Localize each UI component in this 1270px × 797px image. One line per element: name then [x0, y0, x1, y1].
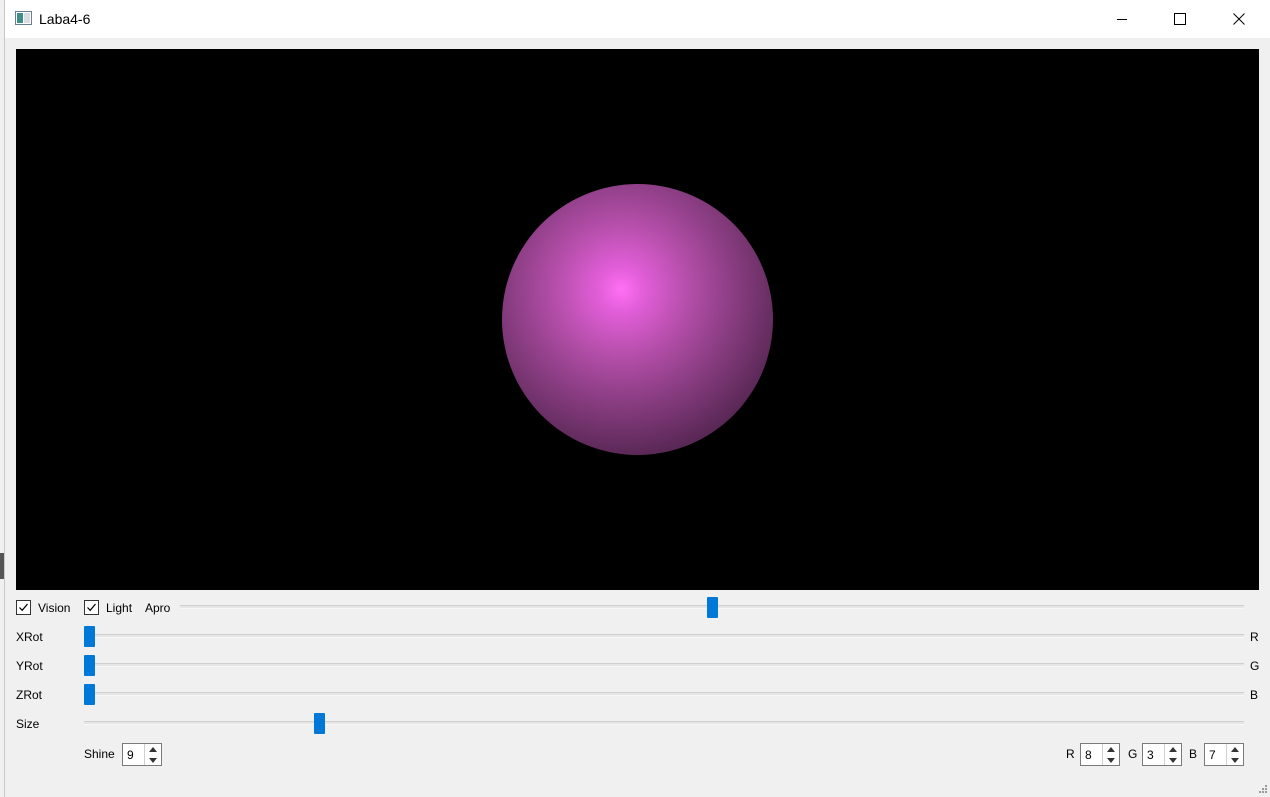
zrot-slider-handle[interactable] — [84, 684, 95, 705]
size-slider-handle[interactable] — [313, 713, 325, 734]
spin-up-button[interactable] — [1103, 744, 1119, 754]
arrow-up-icon — [1169, 746, 1177, 752]
title-bar: Laba4-6 — [5, 0, 1270, 38]
color-r-label: R — [1066, 747, 1075, 761]
minimize-icon — [1117, 19, 1127, 20]
zrot-slider[interactable] — [84, 692, 1244, 696]
spin-up-button[interactable] — [1227, 744, 1243, 754]
spin-down-button[interactable] — [145, 755, 161, 765]
shine-value: 9 — [127, 748, 134, 762]
apro-label: Apro — [145, 601, 171, 615]
size-label: Size — [16, 717, 40, 731]
light-checkbox[interactable] — [84, 600, 99, 615]
arrow-up-icon — [1107, 746, 1115, 752]
color-r-spin-arrows — [1102, 744, 1119, 765]
b-side-label: B — [1250, 688, 1259, 702]
xrot-slider[interactable] — [84, 634, 1244, 638]
xrot-label: XRot — [16, 630, 43, 644]
maximize-button[interactable] — [1157, 0, 1203, 38]
color-b-label: B — [1189, 747, 1198, 761]
shine-spinbox[interactable]: 9 — [122, 743, 162, 766]
close-icon — [1233, 13, 1245, 25]
color-r-spinbox[interactable]: 8 — [1080, 743, 1120, 766]
yrot-slider[interactable] — [84, 663, 1244, 667]
color-g-spin-arrows — [1164, 744, 1181, 765]
r-side-label: R — [1250, 630, 1259, 644]
shine-label: Shine — [84, 747, 115, 761]
arrow-down-icon — [1107, 757, 1115, 763]
main-window: Laba4-6 Vision Light Apro XRot R YRot G … — [4, 0, 1270, 797]
spin-down-button[interactable] — [1165, 755, 1181, 765]
arrow-up-icon — [149, 746, 157, 752]
spin-up-button[interactable] — [1165, 744, 1181, 754]
yrot-label: YRot — [16, 659, 43, 673]
vision-checkbox[interactable] — [16, 600, 31, 615]
arrow-down-icon — [1169, 757, 1177, 763]
spin-down-button[interactable] — [1227, 755, 1243, 765]
arrow-up-icon — [1231, 746, 1239, 752]
window-title: Laba4-6 — [39, 11, 91, 27]
zrot-label: ZRot — [16, 688, 43, 702]
arrow-down-icon — [149, 757, 157, 763]
apro-slider-handle[interactable] — [706, 597, 718, 618]
yrot-slider-handle[interactable] — [84, 655, 95, 676]
shine-spin-arrows — [144, 744, 161, 765]
checkmark-icon — [19, 603, 28, 612]
color-b-spinbox[interactable]: 7 — [1204, 743, 1244, 766]
color-g-spinbox[interactable]: 3 — [1142, 743, 1182, 766]
lit-sphere — [502, 184, 773, 455]
color-b-value: 7 — [1209, 748, 1216, 762]
gl-viewport[interactable] — [16, 49, 1259, 590]
app-icon — [15, 11, 32, 25]
vision-label[interactable]: Vision — [38, 601, 70, 615]
spin-up-button[interactable] — [145, 744, 161, 754]
color-g-value: 3 — [1147, 748, 1154, 762]
minimize-button[interactable] — [1099, 0, 1145, 38]
spin-down-button[interactable] — [1103, 755, 1119, 765]
resize-grip-icon[interactable] — [1258, 784, 1268, 794]
xrot-slider-handle[interactable] — [84, 626, 95, 647]
close-button[interactable] — [1216, 0, 1262, 38]
color-g-label: G — [1128, 747, 1138, 761]
color-r-value: 8 — [1085, 748, 1092, 762]
arrow-down-icon — [1231, 757, 1239, 763]
g-side-label: G — [1250, 659, 1260, 673]
color-b-spin-arrows — [1226, 744, 1243, 765]
checkmark-icon — [87, 603, 96, 612]
size-slider[interactable] — [84, 721, 1244, 725]
light-label[interactable]: Light — [106, 601, 132, 615]
maximize-icon — [1174, 13, 1186, 25]
